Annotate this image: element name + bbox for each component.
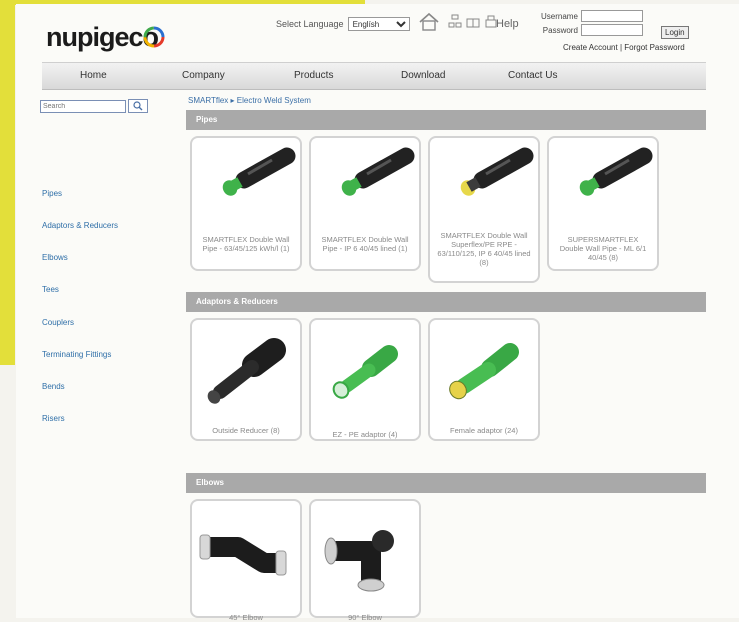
language-label: Select Language	[276, 19, 344, 29]
product-card[interactable]: SMARTFLEX Double Wall Pipe - 63/45/125 k…	[190, 136, 302, 271]
product-caption: SMARTFLEX Double Wall Superflex/PE RPE -…	[437, 231, 531, 267]
section-header-pipes: Pipes	[186, 110, 706, 130]
adaptor-image	[449, 343, 519, 400]
nav-products[interactable]: Products	[294, 70, 333, 81]
nav-home[interactable]: Home	[80, 70, 107, 81]
page: nupigeco Select Language Englísh Help Us…	[16, 4, 739, 622]
product-caption: Outside Reducer (8)	[212, 426, 280, 435]
sidebar-item-terminating-fittings[interactable]: Terminating Fittings	[42, 350, 111, 359]
nav-company[interactable]: Company	[182, 70, 225, 81]
breadcrumb-root[interactable]: SMARTflex	[188, 96, 228, 105]
forgot-password-link[interactable]: Forgot Password	[624, 43, 684, 52]
sidebar-item-tees[interactable]: Tees	[42, 285, 59, 294]
nav-download[interactable]: Download	[401, 70, 445, 81]
search-input[interactable]	[40, 99, 126, 113]
reducer-image	[207, 338, 286, 404]
product-caption: SUPERSMARTFLEX Double Wall Pipe - ML 6/1…	[559, 235, 647, 262]
login-form: Username Password	[541, 10, 643, 38]
username-field[interactable]	[580, 10, 643, 22]
help-link[interactable]: Help	[496, 18, 519, 30]
password-field[interactable]	[580, 24, 643, 36]
product-caption: Female adaptor (24)	[450, 426, 518, 435]
elbow-90-image	[324, 530, 394, 592]
section-header-elbows: Elbows	[186, 473, 706, 493]
product-caption: SMARTFLEX Double Wall Pipe - 63/45/125 k…	[202, 235, 290, 253]
elbow-45-image	[199, 534, 287, 576]
product-caption: EZ - PE adaptor (4)	[332, 430, 398, 439]
search-box	[40, 99, 148, 113]
nav-contact-us[interactable]: Contact Us	[508, 70, 557, 81]
breadcrumb: SMARTflex ▸ Electro Weld System	[188, 96, 311, 105]
product-card[interactable]: 45° Elbow	[190, 499, 302, 622]
password-label: Password	[542, 25, 578, 35]
section-header-adaptors-reducers: Adaptors & Reducers	[186, 292, 706, 312]
product-caption: SMARTFLEX Double Wall Pipe - IP 6 40/45 …	[321, 235, 409, 253]
link-separator: |	[619, 43, 623, 52]
language-select[interactable]: Englísh	[347, 17, 410, 31]
search-button[interactable]	[128, 99, 148, 113]
product-card[interactable]: SMARTFLEX Double Wall Superflex/PE RPE -…	[428, 136, 540, 283]
brand-logo[interactable]: nupigeco	[46, 22, 159, 53]
sidebar-item-risers[interactable]: Risers	[42, 414, 65, 423]
username-label: Username	[541, 11, 578, 21]
grid-icon[interactable]	[466, 14, 480, 28]
toolbar-icons	[448, 14, 498, 28]
product-card[interactable]: Outside Reducer (8)	[190, 318, 302, 441]
sidebar-item-elbows[interactable]: Elbows	[42, 253, 68, 262]
adaptor-image	[332, 345, 398, 399]
login-button[interactable]: Login	[661, 26, 689, 39]
search-icon	[133, 101, 143, 111]
language-selector: Select Language Englísh	[276, 17, 410, 31]
logo-ring-icon	[143, 26, 165, 48]
breadcrumb-current[interactable]: Electro Weld System	[237, 96, 311, 105]
sidebar-item-adaptors-reducers[interactable]: Adaptors & Reducers	[42, 221, 118, 230]
sidebar-item-couplers[interactable]: Couplers	[42, 318, 74, 327]
product-card[interactable]: SMARTFLEX Double Wall Pipe - IP 6 40/45 …	[309, 136, 421, 271]
product-card[interactable]: EZ - PE adaptor (4)	[309, 318, 421, 441]
sidebar-item-bends[interactable]: Bends	[42, 382, 65, 391]
home-icon[interactable]	[418, 12, 440, 32]
breadcrumb-separator: ▸	[230, 96, 235, 105]
main-nav: Home Company Products Download Contact U…	[42, 62, 706, 90]
account-links: Create Account | Forgot Password	[563, 43, 685, 52]
product-card[interactable]: Female adaptor (24)	[428, 318, 540, 441]
yellow-border-left	[0, 0, 15, 365]
product-card[interactable]: SUPERSMARTFLEX Double Wall Pipe - ML 6/1…	[547, 136, 659, 271]
sitemap-icon[interactable]	[448, 14, 462, 28]
create-account-link[interactable]: Create Account	[563, 43, 618, 52]
sidebar-item-pipes[interactable]: Pipes	[42, 189, 62, 198]
product-card[interactable]: 90° Elbow	[309, 499, 421, 622]
